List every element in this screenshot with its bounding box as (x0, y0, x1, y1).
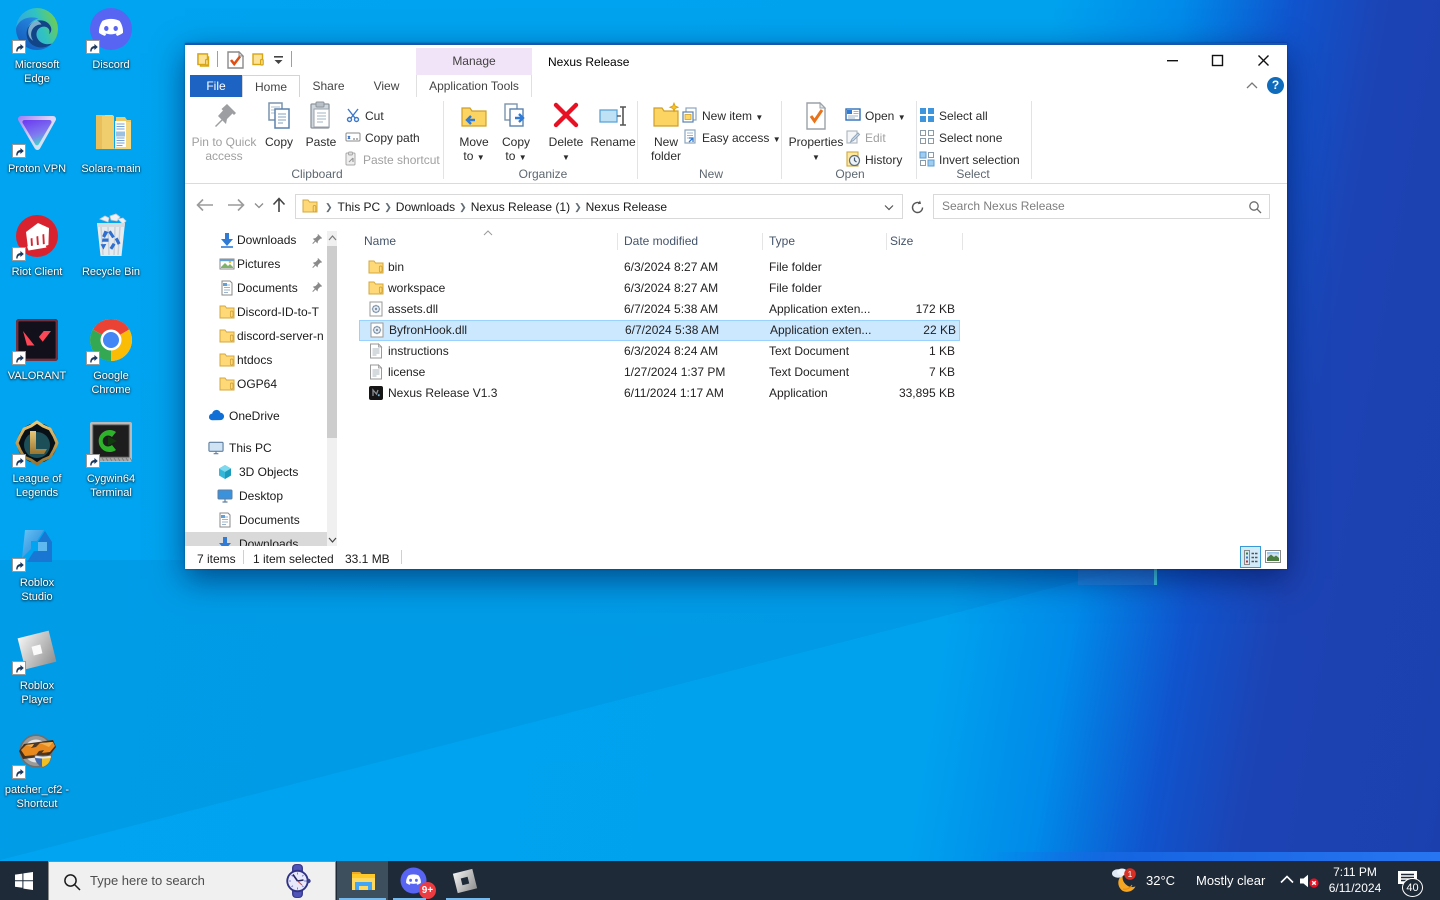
svg-text:1: 1 (1128, 869, 1133, 879)
